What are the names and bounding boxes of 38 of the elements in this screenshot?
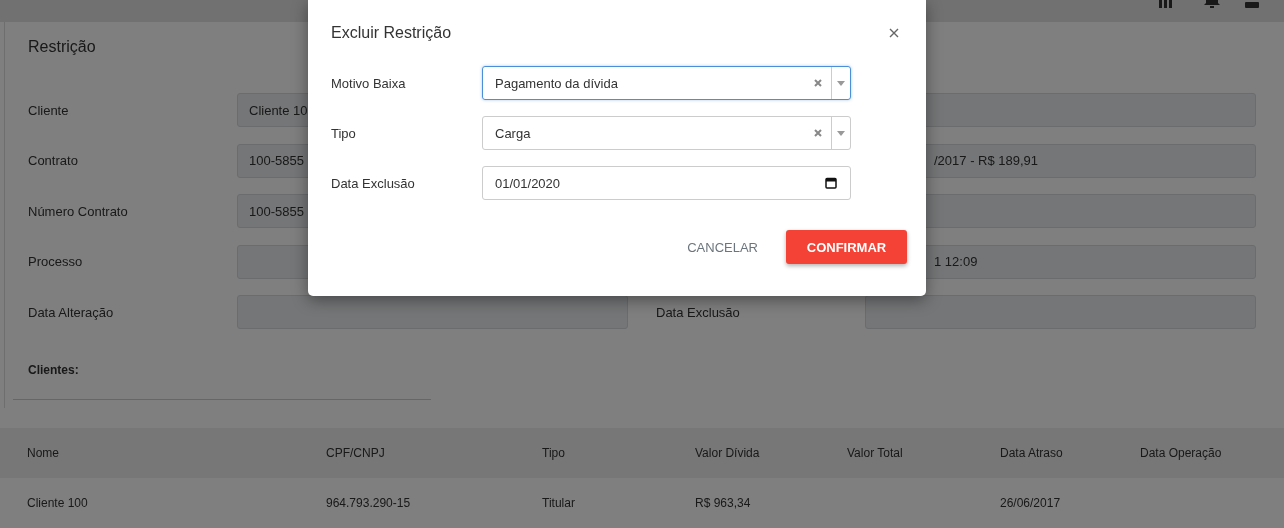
table-cell-text: R$ 963,34	[695, 496, 752, 510]
field-label: Contrato	[28, 153, 79, 168]
table-cell-text: Cliente 100	[26, 496, 89, 510]
clear-icon[interactable]	[814, 129, 822, 137]
cancel-button[interactable]: CANCELAR	[671, 231, 774, 263]
caret-icon[interactable]	[837, 80, 845, 86]
field-label: Cliente	[28, 102, 70, 118]
field-label: Motivo Baixa	[331, 75, 407, 91]
confirm-button[interactable]: CONFIRMAR	[786, 230, 907, 264]
select-field[interactable]: Carga	[482, 116, 851, 150]
modal-title: Excluir Restrição	[331, 24, 452, 42]
column-header: Valor Dívida	[695, 446, 761, 460]
field-label: Processo	[28, 254, 84, 269]
column-header: Valor Total	[847, 446, 904, 460]
page-title: Restrição	[28, 38, 97, 57]
date-field[interactable]: 01/01/2020	[482, 166, 851, 200]
select-field[interactable]: Pagamento da dívida	[482, 66, 851, 100]
user-icon[interactable]	[1244, 0, 1260, 8]
bell-icon[interactable]	[1203, 0, 1221, 8]
table-cell-text: 964.793.290-15	[326, 496, 412, 510]
field-label: Data Alteração	[28, 304, 115, 320]
column-header: Nome	[26, 446, 60, 460]
calendar-icon[interactable]	[825, 177, 837, 189]
section-heading: Clientes:	[28, 363, 80, 377]
field-label: Número Contrato	[28, 203, 129, 219]
column-header: Data Operação	[1140, 446, 1223, 460]
column-header: Tipo	[542, 446, 566, 460]
column-header: CPF/CNPJ	[326, 446, 386, 460]
field-label: Tipo	[331, 125, 357, 141]
clear-icon[interactable]	[814, 79, 822, 87]
chart-icon[interactable]	[1158, 0, 1174, 8]
field-label: Data Exclusão	[656, 304, 741, 320]
column-header: Data Atraso	[1000, 446, 1064, 460]
field-label: Data Exclusão	[331, 175, 416, 191]
close-icon[interactable]	[889, 28, 899, 38]
caret-icon[interactable]	[837, 130, 845, 136]
table-cell-text: 26/06/2017	[1000, 496, 1062, 510]
table-cell-text: Titular	[542, 496, 576, 510]
